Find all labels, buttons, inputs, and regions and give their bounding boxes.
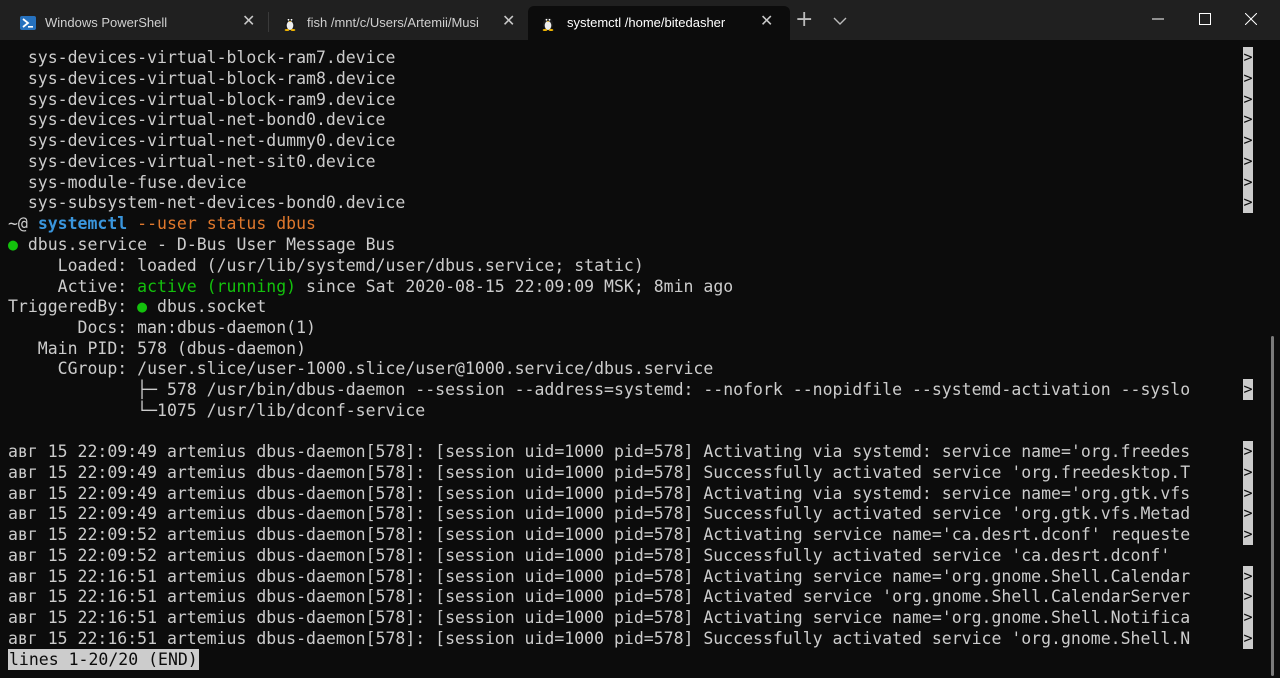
tab-fish[interactable]: fish /mnt/c/Users/Artemii/Musi ✕	[270, 6, 526, 40]
log-line: авг 15 22:16:51 artemius dbus-daemon[578…	[8, 629, 1191, 648]
log-line: авг 15 22:16:51 artemius dbus-daemon[578…	[8, 587, 1191, 606]
device-line: sys-devices-virtual-block-ram7.device	[8, 48, 396, 67]
triggered-label: TriggeredBy:	[8, 297, 138, 316]
loaded-label: Loaded:	[8, 256, 138, 275]
device-line: sys-devices-virtual-net-dummy0.device	[8, 131, 396, 150]
truncation-marker: >	[1243, 109, 1253, 130]
service-title: dbus.service - D-Bus User Message Bus	[17, 235, 396, 254]
new-tab-button[interactable]: +	[795, 7, 813, 32]
truncation-marker: >	[1243, 607, 1253, 628]
cgroup-line: CGroup: /user.slice/user-1000.slice/user…	[8, 359, 714, 378]
truncation-marker: >	[1243, 192, 1253, 213]
truncation-marker: >	[1243, 524, 1253, 545]
prompt-prefix: ~@	[8, 214, 38, 233]
maximize-button[interactable]	[1182, 0, 1228, 36]
close-window-button[interactable]	[1228, 0, 1274, 36]
active-since: since Sat 2020-08-15 22:09:09 MSK; 8min …	[296, 277, 734, 296]
truncation-marker: >	[1243, 483, 1253, 504]
linux-penguin-icon	[540, 15, 556, 31]
tab-title: fish /mnt/c/Users/Artemii/Musi	[307, 15, 479, 30]
truncation-marker: >	[1243, 503, 1253, 524]
minimize-button[interactable]	[1135, 0, 1181, 36]
command-args: --user status dbus	[127, 214, 316, 233]
cgroup-process-line: ├─ 578 /usr/bin/dbus-daemon --session --…	[8, 380, 1191, 399]
log-line: авг 15 22:09:49 artemius dbus-daemon[578…	[8, 442, 1191, 461]
command-prompt-line: ~@ systemctl --user status dbus	[8, 213, 316, 234]
device-line: sys-devices-virtual-block-ram9.device	[8, 90, 396, 109]
truncation-marker: >	[1243, 628, 1253, 649]
terminal-output[interactable]: sys-devices-virtual-block-ram7.device sy…	[0, 40, 1280, 678]
truncation-marker: >	[1243, 89, 1253, 110]
docs-line: Docs: man:dbus-daemon(1)	[8, 318, 316, 337]
active-state: active (running)	[137, 277, 297, 296]
log-line: авг 15 22:09:52 artemius dbus-daemon[578…	[8, 525, 1191, 544]
truncation-marker: >	[1243, 172, 1253, 193]
tab-separator	[268, 12, 269, 32]
tab-windows-powershell[interactable]: Windows PowerShell ✕	[8, 6, 266, 40]
active-label: Active:	[8, 277, 138, 296]
service-header-line: ● dbus.service - D-Bus User Message Bus	[8, 234, 395, 255]
truncation-marker: >	[1243, 462, 1253, 483]
truncation-marker: >	[1243, 379, 1253, 400]
truncation-marker: >	[1243, 586, 1253, 607]
device-line: sys-devices-virtual-net-bond0.device	[8, 110, 386, 129]
triggered-value: dbus.socket	[147, 297, 267, 316]
truncation-marker: >	[1243, 68, 1253, 89]
triggered-by-line: TriggeredBy: ● dbus.socket	[8, 296, 266, 317]
active-line: Active: active (running) since Sat 2020-…	[8, 276, 734, 297]
scrollbar[interactable]	[1271, 336, 1274, 676]
device-line: sys-module-fuse.device	[8, 173, 247, 192]
loaded-line: Loaded: loaded (/usr/lib/systemd/user/db…	[8, 255, 644, 276]
tab-title: Windows PowerShell	[45, 15, 168, 30]
truncation-marker: >	[1243, 566, 1253, 587]
main-pid-line: Main PID: 578 (dbus-daemon)	[8, 339, 307, 358]
tab-title: systemctl /home/bitedasher	[567, 15, 726, 30]
tab-dropdown-button[interactable]	[832, 12, 848, 31]
log-line: авг 15 22:09:52 artemius dbus-daemon[578…	[8, 546, 1171, 565]
close-icon[interactable]: ✕	[760, 14, 773, 30]
status-bullet-icon: ●	[8, 235, 18, 254]
linux-penguin-icon	[282, 15, 298, 31]
device-line: sys-subsystem-net-devices-bond0.device	[8, 193, 406, 212]
truncation-marker: >	[1243, 441, 1253, 462]
close-icon[interactable]: ✕	[502, 14, 515, 30]
truncation-marker: >	[1243, 151, 1253, 172]
truncation-marker: >	[1243, 47, 1253, 68]
log-line: авг 15 22:16:51 artemius dbus-daemon[578…	[8, 567, 1191, 586]
powershell-icon	[20, 15, 36, 31]
log-line: авг 15 22:09:49 artemius dbus-daemon[578…	[8, 504, 1191, 523]
pager-status: lines 1-20/20 (END)	[8, 649, 199, 670]
log-line: авг 15 22:09:49 artemius dbus-daemon[578…	[8, 463, 1191, 482]
log-line: авг 15 22:09:49 artemius dbus-daemon[578…	[8, 484, 1191, 503]
cgroup-process-line: └─1075 /usr/lib/dconf-service	[8, 401, 426, 420]
device-line: sys-devices-virtual-block-ram8.device	[8, 69, 396, 88]
loaded-value: loaded (/usr/lib/systemd/user/dbus.servi…	[137, 256, 644, 275]
tab-bar: Windows PowerShell ✕ fish /mnt/c/Users/A…	[0, 0, 1280, 40]
tab-systemctl[interactable]: systemctl /home/bitedasher ✕	[528, 6, 790, 40]
close-icon[interactable]: ✕	[242, 14, 255, 30]
truncation-marker: >	[1243, 130, 1253, 151]
socket-bullet-icon: ●	[137, 297, 148, 316]
log-line: авг 15 22:16:51 artemius dbus-daemon[578…	[8, 608, 1191, 627]
device-line: sys-devices-virtual-net-sit0.device	[8, 152, 376, 171]
command-name: systemctl	[37, 214, 128, 233]
